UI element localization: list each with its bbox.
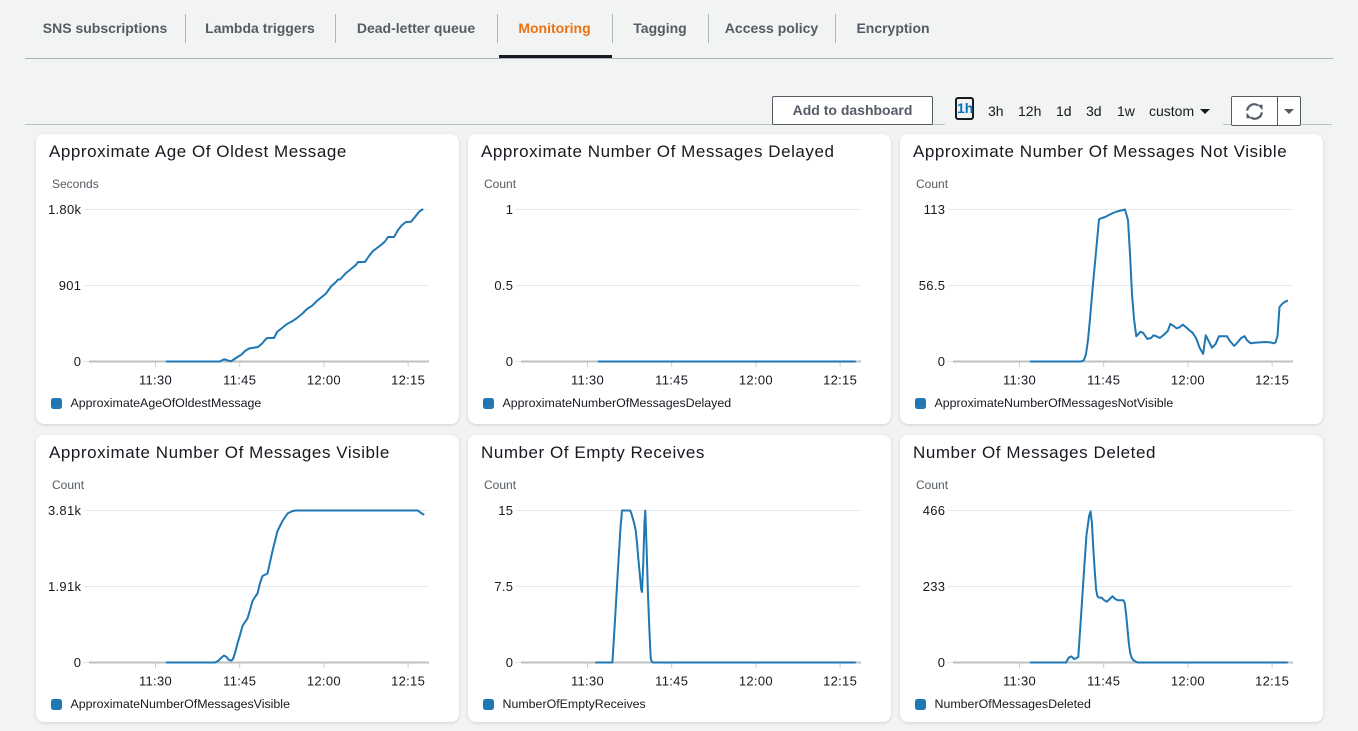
- svg-text:0: 0: [506, 354, 514, 369]
- svg-text:12:00: 12:00: [1171, 373, 1205, 388]
- svg-text:466: 466: [923, 503, 946, 518]
- svg-text:11:45: 11:45: [1087, 674, 1120, 689]
- svg-text:12:00: 12:00: [307, 373, 341, 388]
- svg-text:11:30: 11:30: [139, 674, 172, 689]
- svg-text:233: 233: [923, 579, 946, 594]
- svg-text:0: 0: [506, 655, 514, 670]
- svg-text:0: 0: [938, 655, 946, 670]
- svg-text:0: 0: [74, 655, 82, 670]
- svg-text:11:30: 11:30: [1003, 373, 1036, 388]
- svg-text:11:45: 11:45: [655, 373, 688, 388]
- svg-text:901: 901: [59, 278, 82, 293]
- svg-text:12:15: 12:15: [1255, 373, 1289, 388]
- svg-text:1: 1: [506, 202, 514, 217]
- svg-text:0: 0: [938, 354, 946, 369]
- svg-text:12:00: 12:00: [739, 674, 773, 689]
- svg-text:11:45: 11:45: [223, 674, 256, 689]
- svg-text:0: 0: [74, 354, 82, 369]
- svg-text:12:00: 12:00: [1171, 674, 1205, 689]
- svg-text:0.5: 0.5: [494, 278, 513, 293]
- svg-text:11:45: 11:45: [223, 373, 256, 388]
- svg-text:12:00: 12:00: [739, 373, 773, 388]
- svg-text:1.91k: 1.91k: [48, 579, 82, 594]
- svg-text:12:15: 12:15: [391, 674, 425, 689]
- svg-text:12:00: 12:00: [307, 674, 341, 689]
- svg-text:11:30: 11:30: [571, 674, 604, 689]
- svg-text:1.80k: 1.80k: [48, 202, 82, 217]
- svg-text:12:15: 12:15: [823, 674, 857, 689]
- svg-text:12:15: 12:15: [1255, 674, 1289, 689]
- svg-text:113: 113: [924, 202, 946, 217]
- svg-text:3.81k: 3.81k: [48, 503, 82, 518]
- svg-text:11:30: 11:30: [1003, 674, 1036, 689]
- svg-text:12:15: 12:15: [391, 373, 425, 388]
- svg-text:56.5: 56.5: [919, 278, 946, 293]
- svg-text:11:30: 11:30: [139, 373, 172, 388]
- svg-text:7.5: 7.5: [494, 579, 513, 594]
- svg-text:12:15: 12:15: [823, 373, 857, 388]
- svg-text:11:30: 11:30: [571, 373, 604, 388]
- svg-text:11:45: 11:45: [655, 674, 688, 689]
- svg-text:15: 15: [498, 503, 513, 518]
- svg-text:11:45: 11:45: [1087, 373, 1120, 388]
